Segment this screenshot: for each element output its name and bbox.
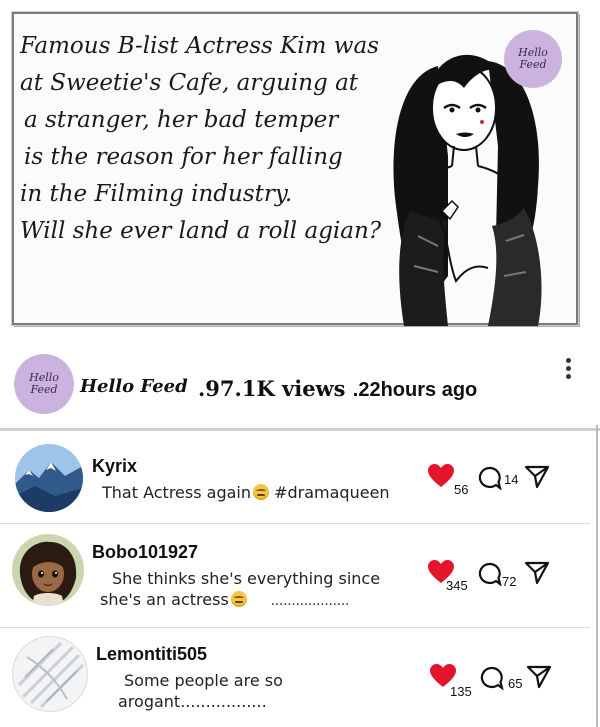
comment-actions: 56 14 [428,460,558,497]
comment-actions: 345 72 [428,556,558,593]
avatar[interactable] [12,636,88,712]
channel-name[interactable]: Hello Feed [80,376,188,397]
hashtag: #dramaqueen [269,483,390,502]
comment-username[interactable]: Bobo101927 [92,542,198,563]
channel-bar: Hello Feed Hello Feed .97.1K views .22ho… [0,336,600,431]
caption-line: Will she ever land a roll agian? [20,218,382,244]
view-count: .97.1K views [198,376,346,401]
post-caption: Famous B-list Actress Kim was at Sweetie… [20,28,420,250]
post-age: .22hours ago [352,379,478,401]
comment-bubble-icon[interactable] [476,562,502,586]
avatar[interactable] [15,444,83,512]
comment-text: She thinks she's everything since she's … [100,568,381,612]
divider [0,627,590,628]
reply-count: 72 [502,574,517,589]
caption-line: is the reason for her falling [24,144,343,170]
comment-item: Kyrix That Actress again #dramaqueen 56 … [0,438,600,520]
comment-text: That Actress again #dramaqueen [102,482,390,503]
comment-text-part: she's an actress [100,590,229,609]
send-icon[interactable] [526,664,552,690]
smile-emoji-icon [253,484,269,500]
reply-count: 65 [508,676,523,691]
reply-count: 14 [504,472,519,487]
caption-line: at Sweetie's Cafe, arguing at [20,70,359,96]
heart-icon[interactable] [428,464,454,488]
like-count: 345 [446,578,468,593]
comment-item: Bobo101927 She thinks she's everything s… [0,528,600,620]
comment-bubble-icon[interactable] [478,666,504,690]
comment-text-part: That Actress again [102,483,251,502]
avatar[interactable] [12,534,84,606]
caption-line: Famous B-list Actress Kim was [20,33,379,59]
more-vertical-icon[interactable] [566,358,572,379]
badge-text-feed: Feed [30,383,58,396]
comment-actions: 135 65 [430,662,560,699]
comment-text-line: she's an actress................... [100,589,380,612]
like-count: 56 [454,482,469,497]
caption-line: a stranger, her bad temper [24,107,339,133]
comment-item: Lemontiti505 Some people are so arogant.… [0,630,600,727]
trailing-dots: ................... [270,594,350,609]
send-icon[interactable] [524,464,550,490]
comment-text-line: arogant................. [118,692,267,711]
comment-text: Some people are so arogant..............… [118,670,283,712]
badge-text-feed: Feed [519,58,547,71]
comment-text-line: Some people are so [124,671,283,690]
send-icon[interactable] [524,560,550,586]
caption-line: in the Filming industry. [20,181,293,207]
comment-text-line: She thinks she's everything since [112,569,381,588]
comment-username[interactable]: Kyrix [92,456,137,477]
divider [0,523,590,524]
hello-feed-badge: Hello Feed [504,30,562,88]
post-card[interactable]: Famous B-list Actress Kim was at Sweetie… [12,12,578,326]
comment-username[interactable]: Lemontiti505 [96,644,207,665]
like-count: 135 [450,684,472,699]
smile-emoji-icon [230,591,247,607]
post-stats: .97.1K views .22hours ago [198,376,477,402]
comment-bubble-icon[interactable] [476,466,502,490]
channel-avatar[interactable]: Hello Feed [14,354,74,414]
